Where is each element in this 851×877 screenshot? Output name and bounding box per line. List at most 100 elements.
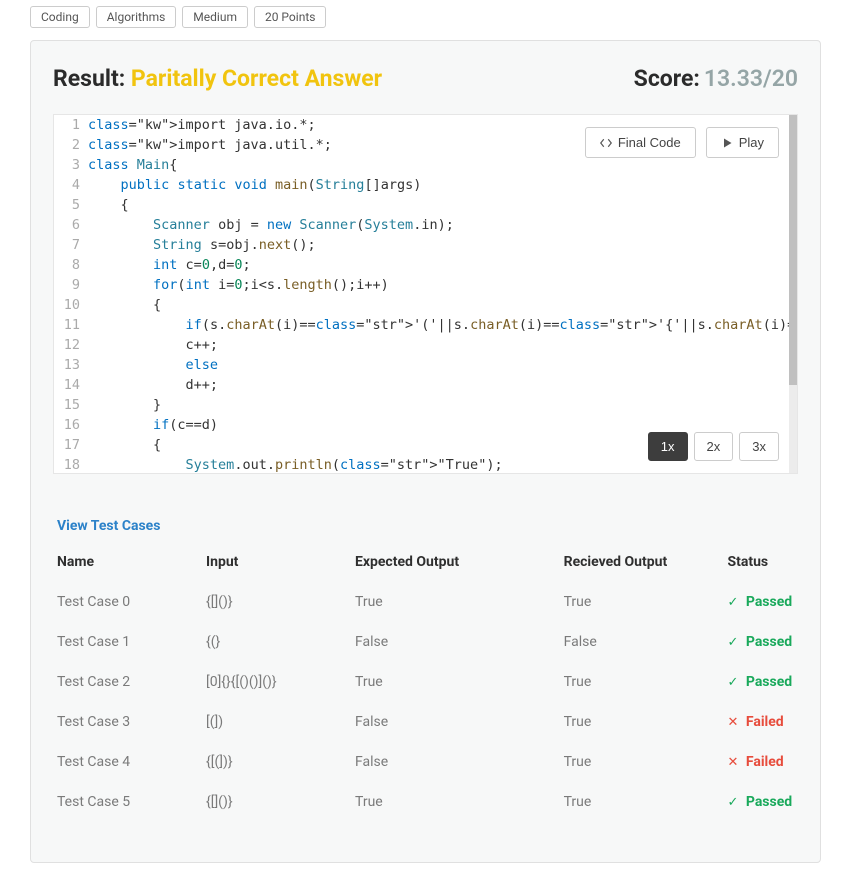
line-code: } <box>88 395 161 415</box>
table-header-row: Name Input Expected Output Recieved Outp… <box>53 542 798 582</box>
cell-name: Test Case 3 <box>53 702 202 742</box>
status-label: Failed <box>742 714 783 730</box>
line-code: class="kw">import java.io.*; <box>88 115 316 135</box>
line-code: c++; <box>88 335 218 355</box>
code-line: 10 { <box>54 295 797 315</box>
cell-name: Test Case 1 <box>53 622 202 662</box>
tag-0[interactable]: Coding <box>30 6 90 28</box>
table-row: Test Case 2[0]{}{[()()]()}TrueTrue✓ Pass… <box>53 662 798 702</box>
line-number: 13 <box>54 355 88 375</box>
view-test-cases-link[interactable]: View Test Cases <box>53 518 798 534</box>
cell-input: {(} <box>202 622 351 662</box>
tag-1[interactable]: Algorithms <box>96 6 177 28</box>
line-number: 16 <box>54 415 88 435</box>
status-label: Passed <box>742 794 792 810</box>
tag-3[interactable]: 20 Points <box>254 6 326 28</box>
line-code: d++; <box>88 375 218 395</box>
line-number: 1 <box>54 115 88 135</box>
code-line: 11 if(s.charAt(i)==class="str">'('||s.ch… <box>54 315 797 335</box>
status-label: Passed <box>742 634 792 650</box>
score-value: 13.33/20 <box>704 65 798 92</box>
code-line: 13 else <box>54 355 797 375</box>
header-status: Status <box>723 542 798 582</box>
line-code: else <box>88 355 218 375</box>
speed-3x[interactable]: 3x <box>739 432 779 461</box>
status-label: Passed <box>742 674 792 690</box>
cell-expected: True <box>351 582 560 622</box>
table-row: Test Case 5{[]()}TrueTrue✓ Passed <box>53 782 798 822</box>
code-line: 6 Scanner obj = new Scanner(System.in); <box>54 215 797 235</box>
play-icon <box>721 137 733 149</box>
cell-expected: False <box>351 742 560 782</box>
line-number: 15 <box>54 395 88 415</box>
cell-received: False <box>560 622 724 662</box>
speed-1x[interactable]: 1x <box>648 432 688 461</box>
cell-received: True <box>560 702 724 742</box>
cell-name: Test Case 2 <box>53 662 202 702</box>
play-button[interactable]: Play <box>706 127 779 158</box>
score-label: Score: <box>634 65 700 92</box>
line-code: if(s.charAt(i)==class="str">'('||s.charA… <box>88 315 798 335</box>
code-line: 14 d++; <box>54 375 797 395</box>
cell-input: [0]{}{[()()]()} <box>202 662 351 702</box>
code-line: 5 { <box>54 195 797 215</box>
line-number: 3 <box>54 155 88 175</box>
cell-input: {[]()} <box>202 782 351 822</box>
cell-name: Test Case 0 <box>53 582 202 622</box>
check-icon: ✓ <box>727 675 738 690</box>
line-code: System.out.println(class="str">"True"); <box>88 455 503 474</box>
editor-scrollbar-thumb[interactable] <box>789 115 797 385</box>
code-line: 3class Main{ <box>54 155 797 175</box>
tag-2[interactable]: Medium <box>182 6 248 28</box>
final-code-label: Final Code <box>618 135 681 150</box>
cell-name: Test Case 4 <box>53 742 202 782</box>
line-number: 4 <box>54 175 88 195</box>
code-editor[interactable]: 1class="kw">import java.io.*;2class="kw"… <box>53 114 798 474</box>
tags-row: Coding AlgorithmsMedium 20 Points <box>0 0 851 40</box>
cell-name: Test Case 5 <box>53 782 202 822</box>
editor-scrollbar-track[interactable] <box>789 115 797 473</box>
line-number: 14 <box>54 375 88 395</box>
line-number: 8 <box>54 255 88 275</box>
cell-status: ✕ Failed <box>723 702 798 742</box>
line-code: for(int i=0;i<s.length();i++) <box>88 275 389 295</box>
result-header: Result: Paritally Correct Answer Score: … <box>53 65 798 92</box>
line-number: 18 <box>54 455 88 474</box>
code-line: 4 public static void main(String[]args) <box>54 175 797 195</box>
line-code: String s=obj.next(); <box>88 235 316 255</box>
table-row: Test Case 3[(])FalseTrue✕ Failed <box>53 702 798 742</box>
result-left: Result: Paritally Correct Answer <box>53 65 382 92</box>
table-row: Test Case 4{[(])}FalseTrue✕ Failed <box>53 742 798 782</box>
cell-received: True <box>560 582 724 622</box>
line-number: 6 <box>54 215 88 235</box>
result-label: Result: <box>53 65 125 92</box>
x-icon: ✕ <box>727 715 738 730</box>
code-line: 8 int c=0,d=0; <box>54 255 797 275</box>
line-code: int c=0,d=0; <box>88 255 251 275</box>
speed-2x[interactable]: 2x <box>694 432 734 461</box>
check-icon: ✓ <box>727 595 738 610</box>
cell-expected: True <box>351 782 560 822</box>
result-panel: Result: Paritally Correct Answer Score: … <box>30 40 821 863</box>
line-number: 7 <box>54 235 88 255</box>
line-number: 5 <box>54 195 88 215</box>
line-number: 10 <box>54 295 88 315</box>
line-number: 11 <box>54 315 88 335</box>
line-code: class Main{ <box>88 155 177 175</box>
table-row: Test Case 1{(}FalseFalse✓ Passed <box>53 622 798 662</box>
code-line: 7 String s=obj.next(); <box>54 235 797 255</box>
check-icon: ✓ <box>727 635 738 650</box>
cell-expected: True <box>351 662 560 702</box>
cell-received: True <box>560 782 724 822</box>
header-name: Name <box>53 542 202 582</box>
header-input: Input <box>202 542 351 582</box>
code-icon <box>600 137 612 149</box>
status-label: Failed <box>742 754 783 770</box>
line-number: 12 <box>54 335 88 355</box>
line-code: public static void main(String[]args) <box>88 175 421 195</box>
code-line: 9 for(int i=0;i<s.length();i++) <box>54 275 797 295</box>
line-code: { <box>88 435 161 455</box>
line-code: { <box>88 195 129 215</box>
speed-row: 1x2x3x <box>648 432 779 461</box>
final-code-button[interactable]: Final Code <box>585 127 696 158</box>
